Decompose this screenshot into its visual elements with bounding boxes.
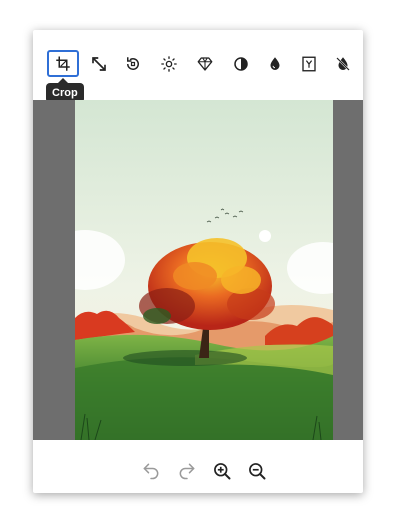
tree-landscape-image [75, 100, 333, 440]
zoom-out-button[interactable] [246, 460, 268, 482]
diamond-icon [197, 56, 213, 71]
rotate-tool-button[interactable] [117, 50, 149, 77]
brightness-tool-button[interactable] [153, 50, 185, 77]
redo-icon [179, 463, 195, 480]
crop-icon [56, 56, 70, 71]
redo-button[interactable] [176, 460, 198, 482]
drop-icon [270, 56, 280, 70]
sharpen-tool-button[interactable] [189, 50, 221, 77]
filter-frame-icon [302, 56, 316, 71]
sun-icon [161, 55, 177, 72]
filter-tool-button[interactable] [293, 50, 325, 77]
canvas-controls [33, 454, 363, 490]
undo-button[interactable] [140, 460, 162, 482]
zoom-in-icon [214, 463, 231, 480]
crop-tool-button[interactable] [47, 50, 79, 77]
no-filter-tool-button[interactable] [327, 50, 359, 77]
undo-icon [143, 463, 159, 480]
saturation-tool-button[interactable] [259, 50, 291, 77]
resize-arrows-icon [92, 56, 106, 71]
contrast-icon [234, 56, 248, 71]
image-canvas[interactable] [33, 100, 363, 440]
resize-tool-button[interactable] [83, 50, 115, 77]
image-editor-panel: Crop [33, 30, 363, 493]
zoom-in-button[interactable] [211, 460, 233, 482]
drop-off-icon [336, 56, 350, 71]
editor-toolbar [47, 50, 357, 78]
zoom-out-icon [249, 463, 266, 480]
contrast-tool-button[interactable] [225, 50, 257, 77]
rotate-icon [126, 56, 139, 70]
